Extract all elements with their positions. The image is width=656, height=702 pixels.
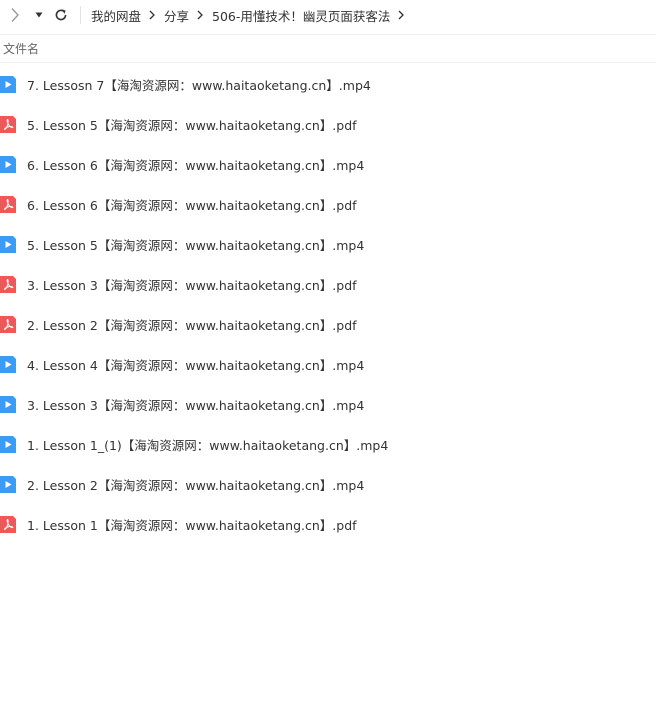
- pdf-file-icon: [0, 275, 16, 293]
- file-name[interactable]: 6. Lesson 6【海淘资源网：www.haitaoketang.cn】.p…: [27, 195, 357, 214]
- chevron-right-icon: [149, 10, 155, 20]
- file-row[interactable]: 1. Lesson 1_(1)【海淘资源网：www.haitaoketang.c…: [0, 424, 656, 464]
- file-name[interactable]: 6. Lesson 6【海淘资源网：www.haitaoketang.cn】.m…: [27, 155, 364, 174]
- file-row[interactable]: 1. Lesson 1【海淘资源网：www.haitaoketang.cn】.p…: [0, 504, 656, 544]
- file-name[interactable]: 3. Lesson 3【海淘资源网：www.haitaoketang.cn】.p…: [27, 275, 357, 294]
- file-name[interactable]: 1. Lesson 1【海淘资源网：www.haitaoketang.cn】.p…: [27, 515, 357, 534]
- file-name[interactable]: 4. Lesson 4【海淘资源网：www.haitaoketang.cn】.m…: [27, 355, 364, 374]
- file-row[interactable]: 4. Lesson 4【海淘资源网：www.haitaoketang.cn】.m…: [0, 344, 656, 384]
- pdf-file-icon: [0, 515, 16, 533]
- refresh-button[interactable]: [50, 1, 72, 29]
- breadcrumb-item-folder[interactable]: 506-用懂技术！幽灵页面获客法: [212, 6, 390, 25]
- file-row[interactable]: 3. Lesson 3【海淘资源网：www.haitaoketang.cn】.m…: [0, 384, 656, 424]
- pdf-file-icon: [0, 315, 16, 333]
- file-name[interactable]: 5. Lesson 5【海淘资源网：www.haitaoketang.cn】.p…: [27, 115, 357, 134]
- history-dropdown-button[interactable]: [30, 1, 48, 29]
- chevron-right-icon[interactable]: [398, 10, 405, 20]
- toolbar: 我的网盘 分享 506-用懂技术！幽灵页面获客法: [0, 0, 656, 30]
- file-row[interactable]: 5. Lesson 5【海淘资源网：www.haitaoketang.cn】.m…: [0, 224, 656, 264]
- chevron-right-icon: [11, 8, 19, 22]
- list-header: 文件名: [0, 34, 656, 63]
- file-row[interactable]: 7. Lessosn 7【海淘资源网：www.haitaoketang.cn】.…: [0, 64, 656, 104]
- video-file-icon: [0, 395, 16, 413]
- file-row[interactable]: 3. Lesson 3【海淘资源网：www.haitaoketang.cn】.p…: [0, 264, 656, 304]
- file-row[interactable]: 2. Lesson 2【海淘资源网：www.haitaoketang.cn】.p…: [0, 304, 656, 344]
- pdf-file-icon: [0, 115, 16, 133]
- file-name[interactable]: 2. Lesson 2【海淘资源网：www.haitaoketang.cn】.p…: [27, 315, 357, 334]
- refresh-icon: [55, 9, 67, 21]
- breadcrumb-item-share[interactable]: 分享: [164, 6, 189, 25]
- file-name[interactable]: 1. Lesson 1_(1)【海淘资源网：www.haitaoketang.c…: [27, 435, 388, 454]
- file-name[interactable]: 7. Lessosn 7【海淘资源网：www.haitaoketang.cn】.…: [27, 75, 371, 94]
- file-list: 7. Lessosn 7【海淘资源网：www.haitaoketang.cn】.…: [0, 64, 656, 544]
- video-file-icon: [0, 435, 16, 453]
- forward-button[interactable]: [2, 1, 28, 29]
- video-file-icon: [0, 475, 16, 493]
- chevron-right-icon: [197, 10, 203, 20]
- file-row[interactable]: 5. Lesson 5【海淘资源网：www.haitaoketang.cn】.p…: [0, 104, 656, 144]
- file-name[interactable]: 5. Lesson 5【海淘资源网：www.haitaoketang.cn】.m…: [27, 235, 364, 254]
- video-file-icon: [0, 75, 16, 93]
- video-file-icon: [0, 155, 16, 173]
- file-name[interactable]: 2. Lesson 2【海淘资源网：www.haitaoketang.cn】.m…: [27, 475, 364, 494]
- file-row[interactable]: 2. Lesson 2【海淘资源网：www.haitaoketang.cn】.m…: [0, 464, 656, 504]
- caret-down-icon: [35, 12, 43, 18]
- toolbar-divider: [80, 6, 81, 24]
- file-name[interactable]: 3. Lesson 3【海淘资源网：www.haitaoketang.cn】.m…: [27, 395, 364, 414]
- video-file-icon: [0, 235, 16, 253]
- breadcrumb-item-my-drive[interactable]: 我的网盘: [91, 6, 141, 25]
- column-header-name[interactable]: 文件名: [0, 40, 39, 57]
- pdf-file-icon: [0, 195, 16, 213]
- video-file-icon: [0, 355, 16, 373]
- breadcrumb: 我的网盘 分享 506-用懂技术！幽灵页面获客法: [91, 6, 413, 25]
- file-row[interactable]: 6. Lesson 6【海淘资源网：www.haitaoketang.cn】.m…: [0, 144, 656, 184]
- file-row[interactable]: 6. Lesson 6【海淘资源网：www.haitaoketang.cn】.p…: [0, 184, 656, 224]
